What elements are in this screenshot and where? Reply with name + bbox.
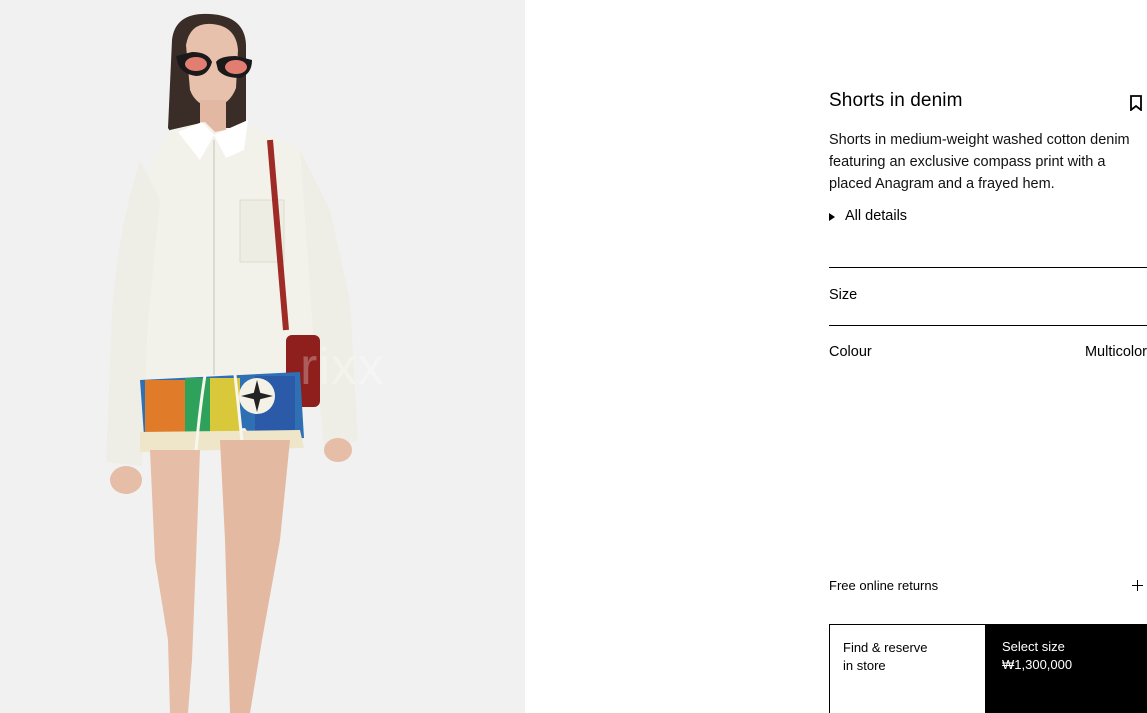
plus-icon — [1132, 580, 1143, 591]
triangle-right-icon — [829, 213, 835, 221]
free-returns-accordion[interactable]: Free online returns — [829, 578, 1147, 593]
select-size-label: Select size — [1002, 639, 1065, 654]
watermark-text: rixx — [300, 338, 385, 396]
free-returns-label: Free online returns — [829, 578, 939, 593]
product-image[interactable]: rixx — [0, 0, 525, 713]
model-illustration — [0, 0, 525, 713]
all-details-toggle[interactable]: All details — [829, 208, 907, 224]
all-details-label: All details — [845, 208, 908, 224]
find-reserve-line2: in store — [843, 658, 886, 673]
find-reserve-line1: Find & reserve — [843, 640, 928, 655]
product-title: Shorts in denim — [829, 90, 963, 111]
divider — [829, 325, 1147, 326]
colour-value: Multicolor — [1084, 344, 1147, 360]
select-size-button[interactable]: Select size ₩1,300,000 — [986, 624, 1147, 713]
colour-row: Colour Multicolor — [829, 344, 1147, 360]
size-selector[interactable]: Size — [829, 287, 1147, 303]
colour-label: Colour — [829, 344, 872, 360]
size-label: Size — [829, 287, 858, 303]
find-reserve-button[interactable]: Find & reserve in store — [829, 624, 986, 713]
price: ₩1,300,000 — [1002, 657, 1073, 672]
product-description: Shorts in medium-weight washed cotton de… — [829, 132, 1130, 192]
product-info-panel: Shorts in denim Shorts in medium-weight … — [829, 0, 1147, 713]
divider — [829, 267, 1147, 268]
bookmark-icon[interactable] — [1129, 95, 1143, 111]
